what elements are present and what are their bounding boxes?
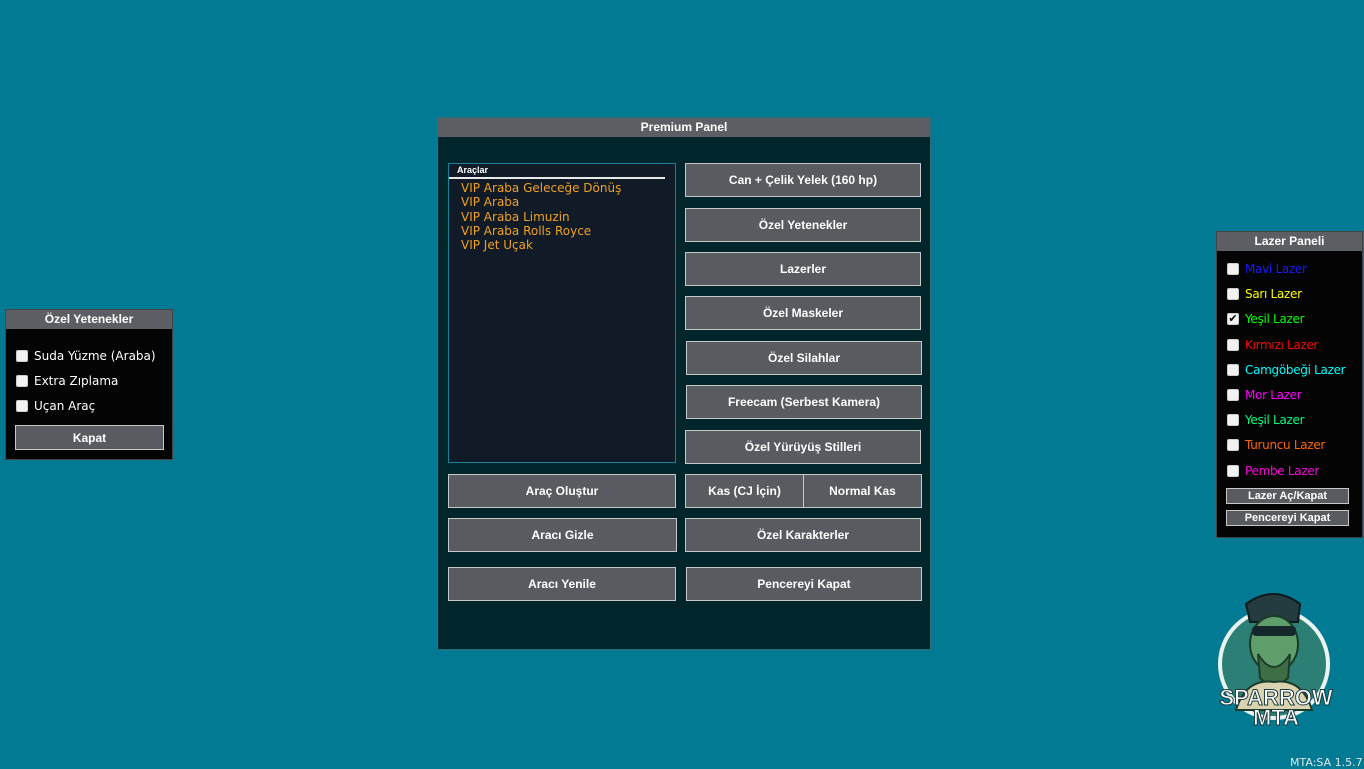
checkbox-label: Camgöbeği Lazer (1245, 362, 1346, 377)
list-item[interactable]: VIP Araba (461, 195, 675, 209)
ozel-yetenekler-window: Özel Yetenekler Suda Yüzme (Araba) Extra… (5, 309, 173, 460)
premium-panel-window: Premium Panel Araçlar VIP Araba Geleceğe… (437, 117, 931, 650)
lazer-pencereyi-kapat-button[interactable]: Pencereyi Kapat (1226, 510, 1349, 526)
list-item[interactable]: VIP Araba Limuzin (461, 210, 675, 224)
premium-panel-title[interactable]: Premium Panel (438, 118, 930, 137)
list-item[interactable]: VIP Jet Uçak (461, 238, 675, 252)
checkbox-label: Kırmızı Lazer (1245, 337, 1319, 352)
lazer-paneli-title[interactable]: Lazer Paneli (1217, 232, 1362, 251)
lazer-paneli-window: Lazer Paneli Mavi Lazer Sarı Lazer ✔ Yeşil … (1216, 231, 1363, 538)
checkbox-label: Turuncu Lazer (1245, 438, 1326, 453)
checkbox-box[interactable] (1227, 263, 1239, 275)
checkbox-box[interactable] (16, 350, 28, 362)
ozel-yuruyus-button[interactable]: Özel Yürüyüş Stilleri (685, 430, 921, 464)
araci-yenile-button[interactable]: Aracı Yenile (448, 567, 676, 601)
checkbox-label: Uçan Araç (34, 399, 96, 413)
checkbox-box[interactable] (1227, 414, 1239, 427)
ozel-silahlar-button[interactable]: Özel Silahlar (686, 341, 922, 375)
ozel-yetenekler-button[interactable]: Özel Yetenekler (685, 208, 921, 242)
checkbox-label: Mor Lazer (1245, 388, 1302, 402)
checkbox-box[interactable] (1227, 389, 1239, 401)
araci-gizle-button[interactable]: Aracı Gizle (448, 518, 677, 552)
extra-ziplama-checkbox[interactable]: Extra Zıplama (16, 374, 118, 388)
sparrow-mta-logo: SPARROW MTA (1206, 582, 1346, 732)
checkbox-label: Pembe Lazer (1245, 463, 1320, 478)
gridlist-column-header[interactable]: Araçlar (449, 164, 665, 179)
normal-kas-button[interactable]: Normal Kas (803, 474, 922, 508)
kapat-button[interactable]: Kapat (15, 425, 164, 450)
checkbox-label: Suda Yüzme (Araba) (34, 349, 156, 363)
checkbox-box[interactable] (1227, 439, 1239, 452)
lazer-option-checkbox[interactable]: Mor Lazer (1227, 388, 1302, 402)
checkbox-box[interactable] (1227, 338, 1239, 351)
lazer-option-checkbox[interactable]: Camgöbeği Lazer (1227, 362, 1346, 377)
lazer-option-checkbox[interactable]: Yeşil Lazer (1227, 413, 1305, 428)
ozel-karakterler-button[interactable]: Özel Karakterler (685, 518, 921, 552)
ozel-yetenekler-title[interactable]: Özel Yetenekler (6, 310, 172, 329)
lazer-option-checkbox[interactable]: Turuncu Lazer (1227, 438, 1325, 452)
list-item[interactable]: VIP Araba Rolls Royce (461, 224, 675, 238)
checkbox-box[interactable] (1227, 464, 1239, 477)
vehicle-gridlist[interactable]: Araçlar VIP Araba Geleceğe Dönüş VIP Ara… (448, 163, 676, 463)
checkbox-label: Sarı Lazer (1245, 287, 1302, 302)
freecam-button[interactable]: Freecam (Serbest Kamera) (686, 385, 922, 419)
lazer-option-checkbox[interactable]: Kırmızı Lazer (1227, 338, 1318, 352)
checkbox-label: Mavi Lazer (1245, 262, 1307, 276)
version-label: MTA:SA 1.5.7 (1290, 756, 1363, 769)
checkbox-label: Yeşil Lazer (1245, 413, 1305, 428)
lazer-option-checkbox[interactable]: ✔ Yeşil Lazer (1227, 312, 1305, 327)
kas-cj-button[interactable]: Kas (CJ İçin) (685, 474, 804, 508)
checkbox-box[interactable] (16, 400, 28, 412)
lazer-option-checkbox[interactable]: Mavi Lazer (1227, 262, 1307, 276)
arac-olustur-button[interactable]: Araç Oluştur (448, 474, 676, 508)
checkbox-box[interactable]: ✔ (1227, 313, 1239, 326)
logo-text-line2: MTA (1252, 705, 1300, 730)
checkbox-label: Extra Zıplama (34, 374, 119, 388)
checkbox-box[interactable] (16, 375, 28, 387)
lazer-option-checkbox[interactable]: Sarı Lazer (1227, 287, 1302, 301)
ozel-maskeler-button[interactable]: Özel Maskeler (685, 296, 921, 330)
lazerler-button[interactable]: Lazerler (685, 252, 921, 286)
list-item[interactable]: VIP Araba Geleceğe Dönüş (461, 181, 675, 195)
checkbox-box[interactable] (1227, 363, 1239, 376)
pencereyi-kapat-button[interactable]: Pencereyi Kapat (686, 567, 922, 601)
lazer-option-checkbox[interactable]: Pembe Lazer (1227, 464, 1319, 478)
suda-yuzme-checkbox[interactable]: Suda Yüzme (Araba) (16, 349, 156, 363)
checkbox-label: Yeşil Lazer (1245, 312, 1305, 327)
can-celik-yelek-button[interactable]: Can + Çelik Yelek (160 hp) (685, 163, 921, 197)
ucan-arac-checkbox[interactable]: Uçan Araç (16, 399, 95, 413)
checkbox-box[interactable] (1227, 288, 1239, 301)
lazer-ac-kapat-button[interactable]: Lazer Aç/Kapat (1226, 488, 1349, 504)
